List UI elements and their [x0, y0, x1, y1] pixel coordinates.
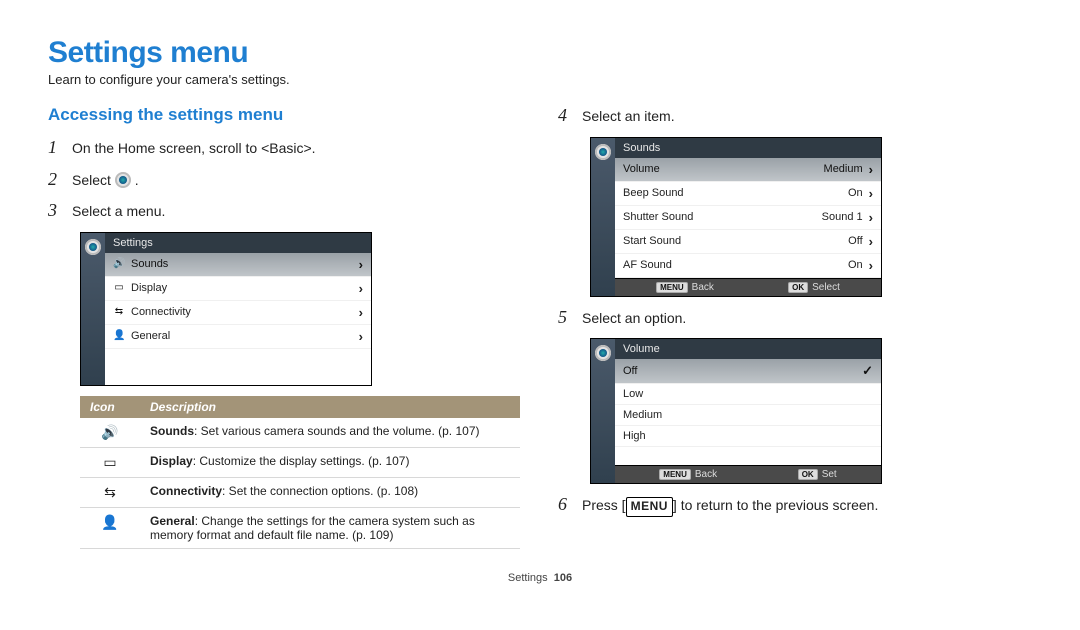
step-number-2: 2 — [48, 169, 62, 191]
ok-badge: OK — [798, 469, 818, 480]
step-number-1: 1 — [48, 137, 62, 159]
table-header-icon: Icon — [80, 396, 140, 418]
step-number-4: 4 — [558, 105, 572, 127]
chevron-right-icon: › — [869, 186, 873, 201]
step-5-text: Select an option. — [582, 307, 686, 329]
sounds-row-shutter: Shutter Sound Sound 1› — [615, 206, 881, 230]
person-icon: 👤 — [113, 330, 125, 342]
chevron-right-icon: › — [359, 305, 363, 320]
camera-screen-settings: Settings 🔊Sounds › ▭Display › ⇆Connectiv… — [80, 232, 372, 386]
table-row: 🔊 Sounds: Set various camera sounds and … — [80, 418, 520, 448]
step-6-text: Press [MENU] to return to the previous s… — [582, 494, 878, 517]
connectivity-icon: ⇆ — [104, 484, 116, 500]
chevron-right-icon: › — [359, 329, 363, 344]
menu-row-connectivity: ⇆Connectivity › — [105, 301, 371, 325]
chevron-right-icon: › — [359, 281, 363, 296]
check-icon: ✓ — [862, 363, 873, 379]
display-icon: ▭ — [103, 454, 116, 470]
connectivity-icon: ⇆ — [113, 306, 125, 318]
step-2-text: Select . — [72, 169, 139, 191]
ok-badge: OK — [788, 282, 808, 293]
step-number-6: 6 — [558, 494, 572, 516]
camera-screen-sounds: Sounds Volume Medium› Beep Sound On› Shu… — [590, 137, 882, 297]
settings-gear-icon — [595, 144, 611, 160]
screen3-title: Volume — [615, 339, 881, 359]
menu-badge: MENU — [659, 469, 691, 480]
screen2-title: Sounds — [615, 138, 881, 158]
screen3-footer: MENUBack OKSet — [615, 465, 881, 483]
camera-screen-volume: Volume Off ✓ Low Medium High — [590, 338, 882, 484]
screen1-title: Settings — [105, 233, 371, 253]
screen2-footer: MENUBack OKSelect — [615, 278, 881, 296]
page-title: Settings menu — [48, 36, 1032, 70]
step-number-3: 3 — [48, 200, 62, 222]
table-row: 👤 General: Change the settings for the c… — [80, 507, 520, 548]
volume-row-high: High — [615, 426, 881, 447]
step-3-text: Select a menu. — [72, 200, 165, 222]
menu-row-display: ▭Display › — [105, 277, 371, 301]
chevron-right-icon: › — [869, 234, 873, 249]
settings-gear-icon — [595, 345, 611, 361]
volume-row-off: Off ✓ — [615, 359, 881, 384]
menu-row-sounds: 🔊Sounds › — [105, 253, 371, 277]
person-icon: 👤 — [101, 514, 118, 530]
speaker-icon: 🔊 — [101, 424, 118, 440]
table-row: ▭ Display: Customize the display setting… — [80, 447, 520, 477]
chevron-right-icon: › — [869, 162, 873, 177]
settings-gear-icon — [115, 172, 131, 188]
section-heading: Accessing the settings menu — [48, 105, 522, 125]
chevron-right-icon: › — [869, 210, 873, 225]
step-1-text: On the Home screen, scroll to <Basic>. — [72, 137, 316, 159]
sounds-row-start: Start Sound Off› — [615, 230, 881, 254]
menu-row-general: 👤General › — [105, 325, 371, 349]
sounds-row-beep: Beep Sound On› — [615, 182, 881, 206]
settings-gear-icon — [85, 239, 101, 255]
volume-row-low: Low — [615, 384, 881, 405]
page-footer: Settings 106 — [0, 572, 1080, 584]
chevron-right-icon: › — [869, 258, 873, 273]
icon-description-table: Icon Description 🔊 Sounds: Set various c… — [80, 396, 520, 549]
sounds-row-af: AF Sound On› — [615, 254, 881, 278]
menu-badge: MENU — [656, 282, 688, 293]
chevron-right-icon: › — [359, 257, 363, 272]
menu-button-icon: MENU — [626, 497, 673, 517]
speaker-icon: 🔊 — [113, 258, 125, 270]
table-header-description: Description — [140, 396, 520, 418]
display-icon: ▭ — [113, 282, 125, 294]
step-4-text: Select an item. — [582, 105, 675, 127]
sounds-row-volume: Volume Medium› — [615, 158, 881, 182]
step-number-5: 5 — [558, 307, 572, 329]
table-row: ⇆ Connectivity: Set the connection optio… — [80, 477, 520, 507]
volume-row-medium: Medium — [615, 405, 881, 426]
page-subtitle: Learn to configure your camera's setting… — [48, 72, 1032, 87]
